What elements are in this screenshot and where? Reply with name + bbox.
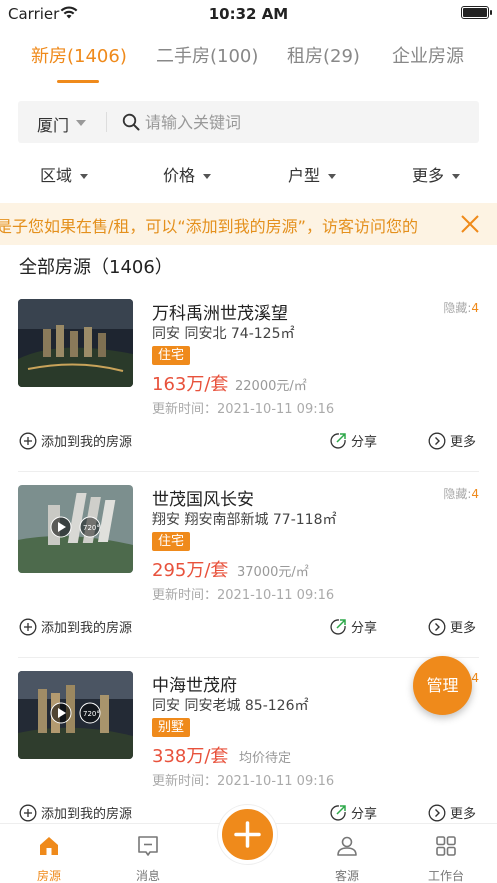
listing-name: 万科禹洲世茂溪望 xyxy=(152,304,288,324)
share-icon xyxy=(330,804,346,821)
message-icon xyxy=(138,836,158,856)
nav-messages[interactable]: 消息 xyxy=(118,824,178,883)
listing-name: 世茂国风长安 xyxy=(152,490,254,510)
more-button[interactable]: 更多 xyxy=(428,617,476,636)
property-type-badge: 住宅 xyxy=(152,532,191,551)
add-to-my-listings-button[interactable]: 添加到我的房源 xyxy=(19,431,132,450)
listing-card[interactable]: 720° 隐藏:4 世茂国风长安 翔安 翔安南部新城 77-118㎡ 住宅 29… xyxy=(0,485,497,671)
active-tab-indicator xyxy=(57,80,99,83)
divider xyxy=(106,112,107,132)
svg-text:720°: 720° xyxy=(83,524,100,532)
clock: 10:32 AM xyxy=(208,5,289,23)
nav-label: 房源 xyxy=(36,869,61,883)
nav-listings[interactable]: 房源 xyxy=(19,824,79,883)
caret-down-icon xyxy=(452,174,461,179)
close-icon[interactable] xyxy=(459,213,481,235)
section-title: 全部房源（1406） xyxy=(19,257,173,278)
plus-circle-icon xyxy=(19,804,37,821)
caret-down-icon xyxy=(76,120,86,126)
share-button[interactable]: 分享 xyxy=(329,803,377,822)
property-image: 720° xyxy=(18,485,133,573)
more-button[interactable]: 更多 xyxy=(428,431,476,450)
tab-new-homes[interactable]: 新房(1406) xyxy=(31,42,127,68)
search-input[interactable] xyxy=(145,109,465,135)
user-icon xyxy=(337,836,357,856)
unit-price: 22000元/㎡ xyxy=(235,379,307,394)
listing-price: 295万/套 xyxy=(152,560,229,581)
hidden-count: 4 xyxy=(471,671,479,685)
plus-circle-icon xyxy=(19,432,37,449)
filter-price-label: 价格 xyxy=(163,166,196,185)
chevron-right-circle-icon xyxy=(428,618,446,635)
unit-price: 均价待定 xyxy=(239,751,292,766)
update-time: 更新时间：2021-10-11 09:16 xyxy=(152,402,335,417)
hidden-count: 隐藏:4 xyxy=(443,301,479,315)
battery-icon xyxy=(461,6,492,19)
listing-photo[interactable] xyxy=(18,299,133,387)
share-button[interactable]: 分享 xyxy=(329,431,377,450)
filter-more[interactable]: 更多 xyxy=(412,162,461,186)
city-selector[interactable]: 厦门 xyxy=(37,112,69,136)
manage-button[interactable]: 管理 xyxy=(413,656,472,715)
share-icon xyxy=(330,432,346,449)
update-time: 更新时间：2021-10-11 09:16 xyxy=(152,588,335,603)
filter-region-label: 区域 xyxy=(40,166,73,185)
listing-area: 翔安 翔安南部新城 77-118㎡ xyxy=(152,512,337,528)
status-bar: Carrier 10:32 AM xyxy=(0,0,497,28)
notice-text: 是子您如果在售/租，可以“添加到我的房源”，访客访问您的 xyxy=(0,217,418,236)
listing-card[interactable]: 隐藏:4 万科禹洲世茂溪望 同安 同安北 74-125㎡ 住宅 163万/套 2… xyxy=(0,299,497,485)
plus-icon xyxy=(234,821,261,848)
listing-price: 338万/套 xyxy=(152,746,229,767)
filter-layout[interactable]: 户型 xyxy=(288,162,337,186)
grid-icon xyxy=(436,836,456,856)
chevron-right-circle-icon xyxy=(428,432,446,449)
nav-clients[interactable]: 客源 xyxy=(317,824,377,883)
listing-photo[interactable]: 720° xyxy=(18,671,133,759)
divider xyxy=(18,471,479,472)
filter-more-label: 更多 xyxy=(412,166,445,185)
property-image: 720° xyxy=(18,671,133,759)
plus-circle-icon xyxy=(19,618,37,635)
tab-enterprise[interactable]: 企业房源 xyxy=(392,42,464,68)
nav-label: 工作台 xyxy=(427,869,464,883)
share-icon xyxy=(330,618,346,635)
divider xyxy=(18,657,479,658)
share-button[interactable]: 分享 xyxy=(329,617,377,636)
search-bar: 厦门 xyxy=(18,101,479,143)
listing-area: 同安 同安北 74-125㎡ xyxy=(152,326,295,342)
listing-photo[interactable]: 720° xyxy=(18,485,133,573)
more-button[interactable]: 更多 xyxy=(428,803,476,822)
listing-name: 中海世茂府 xyxy=(152,676,237,696)
caret-down-icon xyxy=(328,174,337,179)
add-button[interactable] xyxy=(218,805,277,864)
hidden-count: 隐藏:4 xyxy=(443,487,479,501)
update-time: 更新时间：2021-10-11 09:16 xyxy=(152,774,335,789)
svg-text:720°: 720° xyxy=(83,710,100,718)
home-icon xyxy=(40,837,58,855)
filter-region[interactable]: 区域 xyxy=(40,162,89,186)
nav-label: 消息 xyxy=(135,869,160,883)
add-to-my-listings-button[interactable]: 添加到我的房源 xyxy=(19,617,132,636)
listing-area: 同安 同安老城 85-126㎡ xyxy=(152,698,309,714)
filter-layout-label: 户型 xyxy=(288,166,321,185)
top-tabs: 新房(1406) 二手房(100) 租房(29) 企业房源 xyxy=(0,36,497,86)
property-type-badge: 住宅 xyxy=(152,346,191,365)
unit-price: 37000元/㎡ xyxy=(237,565,309,580)
add-to-my-listings-button[interactable]: 添加到我的房源 xyxy=(19,803,132,822)
chevron-right-circle-icon xyxy=(428,804,446,821)
property-image xyxy=(18,299,133,387)
tab-rental[interactable]: 租房(29) xyxy=(287,42,360,68)
nav-workbench[interactable]: 工作台 xyxy=(416,824,476,883)
listing-price: 163万/套 xyxy=(152,374,229,395)
filter-price[interactable]: 价格 xyxy=(163,162,212,186)
property-type-badge: 别墅 xyxy=(152,718,191,737)
nav-label: 客源 xyxy=(334,869,359,883)
search-icon xyxy=(122,113,140,131)
tab-second-hand[interactable]: 二手房(100) xyxy=(156,42,258,68)
notice-banner: 是子您如果在售/租，可以“添加到我的房源”，访客访问您的 xyxy=(0,203,497,245)
caret-down-icon xyxy=(203,174,212,179)
caret-down-icon xyxy=(80,174,89,179)
